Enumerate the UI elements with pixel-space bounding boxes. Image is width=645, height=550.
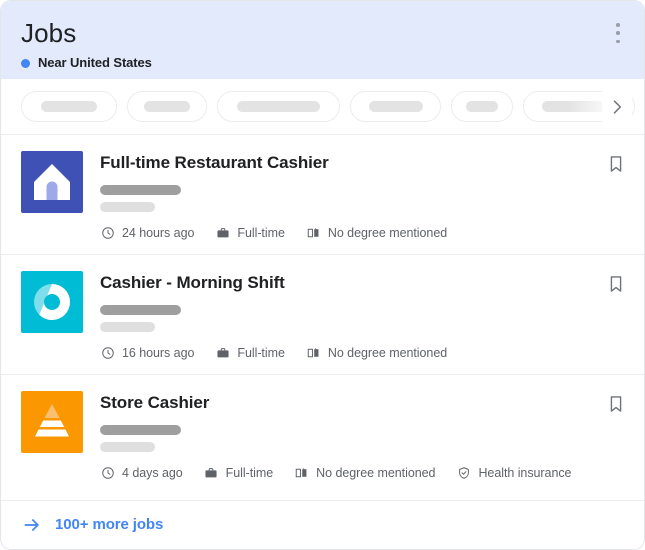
job-details: Cashier - Morning Shift 16 hours ago Full-… (100, 271, 624, 360)
job-meta-label: Full-time (237, 345, 284, 361)
more-jobs-label: 100+ more jobs (55, 515, 163, 535)
filter-chips-container (21, 91, 644, 122)
job-meta-label: Health insurance (478, 465, 571, 481)
job-meta-label: 16 hours ago (122, 345, 194, 361)
job-meta-row: 24 hours ago Full-time No degree mentioned (100, 225, 624, 241)
clock-icon (100, 346, 115, 361)
job-meta-item: 24 hours ago (100, 225, 194, 241)
jobs-header: Jobs Near United States (1, 1, 644, 79)
location-row: Near United States (21, 55, 624, 71)
filter-chip[interactable] (127, 91, 207, 122)
briefcase-icon (215, 346, 230, 361)
job-meta-row: 4 days ago Full-time No degree mentioned He… (100, 465, 624, 481)
book-icon (306, 226, 321, 241)
job-meta-label: 4 days ago (122, 465, 183, 481)
company-logo (21, 391, 83, 453)
filter-chip-placeholder (466, 101, 498, 112)
bookmark-icon[interactable] (604, 272, 628, 296)
job-meta-label: No degree mentioned (328, 345, 447, 361)
job-meta-label: No degree mentioned (328, 225, 447, 241)
pyramid-icon (21, 391, 83, 453)
company-logo (21, 151, 83, 213)
filter-chip-placeholder (144, 101, 190, 112)
filter-chip[interactable] (217, 91, 340, 122)
more-jobs-link[interactable]: 100+ more jobs (1, 500, 644, 549)
more-vert-dot (616, 40, 620, 44)
job-meta-item: Full-time (215, 345, 284, 361)
job-meta-item: Full-time (204, 465, 273, 481)
briefcase-icon (204, 466, 219, 481)
job-meta-item: No degree mentioned (306, 225, 447, 241)
chevron-right-icon (607, 97, 627, 117)
job-meta-item: Health insurance (456, 465, 571, 481)
filter-chip-placeholder (237, 101, 320, 112)
more-vert-icon[interactable] (607, 21, 629, 45)
job-list-item[interactable]: Full-time Restaurant Cashier 24 hours ago… (1, 134, 644, 254)
job-meta-item: 16 hours ago (100, 345, 194, 361)
job-list-item[interactable]: Cashier - Morning Shift 16 hours ago Full-… (1, 254, 644, 374)
job-location-placeholder (100, 442, 155, 452)
company-name-placeholder (100, 305, 181, 315)
job-title: Store Cashier (100, 392, 624, 414)
job-meta-label: Full-time (237, 225, 284, 241)
job-list-item[interactable]: Store Cashier 4 days ago Full-time No degre… (1, 374, 644, 494)
job-location-placeholder (100, 202, 155, 212)
job-meta-item: No degree mentioned (306, 345, 447, 361)
donut-icon (21, 271, 83, 333)
job-meta-row: 16 hours ago Full-time No degree mentioned (100, 345, 624, 361)
job-title: Full-time Restaurant Cashier (100, 152, 624, 174)
jobs-card: Jobs Near United States Full-time Restau… (0, 0, 645, 550)
filter-chip-placeholder (41, 101, 97, 112)
bookmark-icon[interactable] (604, 152, 628, 176)
job-list: Full-time Restaurant Cashier 24 hours ago… (1, 134, 644, 500)
job-details: Full-time Restaurant Cashier 24 hours ago… (100, 151, 624, 240)
house-icon (21, 151, 83, 213)
arrow-right-icon (21, 514, 43, 536)
job-details: Store Cashier 4 days ago Full-time No degre… (100, 391, 624, 480)
location-label: Near United States (38, 55, 152, 71)
briefcase-icon (215, 226, 230, 241)
filter-chips-row (1, 79, 644, 134)
more-vert-dot (616, 23, 620, 27)
company-logo (21, 271, 83, 333)
job-meta-label: No degree mentioned (316, 465, 435, 481)
more-vert-dot (616, 31, 620, 35)
job-title: Cashier - Morning Shift (100, 272, 624, 294)
clock-icon (100, 226, 115, 241)
filter-chip-placeholder (369, 101, 423, 112)
company-name-placeholder (100, 185, 181, 195)
book-icon (294, 466, 309, 481)
book-icon (306, 346, 321, 361)
job-meta-item: Full-time (215, 225, 284, 241)
company-name-placeholder (100, 425, 181, 435)
filter-chip[interactable] (350, 91, 441, 122)
filter-chip[interactable] (21, 91, 117, 122)
job-meta-item: No degree mentioned (294, 465, 435, 481)
location-dot-icon (21, 59, 30, 68)
chips-next-button[interactable] (602, 79, 632, 134)
job-location-placeholder (100, 322, 155, 332)
page-title: Jobs (21, 17, 624, 49)
clock-icon (100, 466, 115, 481)
job-meta-label: 24 hours ago (122, 225, 194, 241)
job-meta-item: 4 days ago (100, 465, 183, 481)
shield-check-icon (456, 466, 471, 481)
filter-chip[interactable] (451, 91, 513, 122)
job-meta-label: Full-time (226, 465, 273, 481)
bookmark-icon[interactable] (604, 392, 628, 416)
